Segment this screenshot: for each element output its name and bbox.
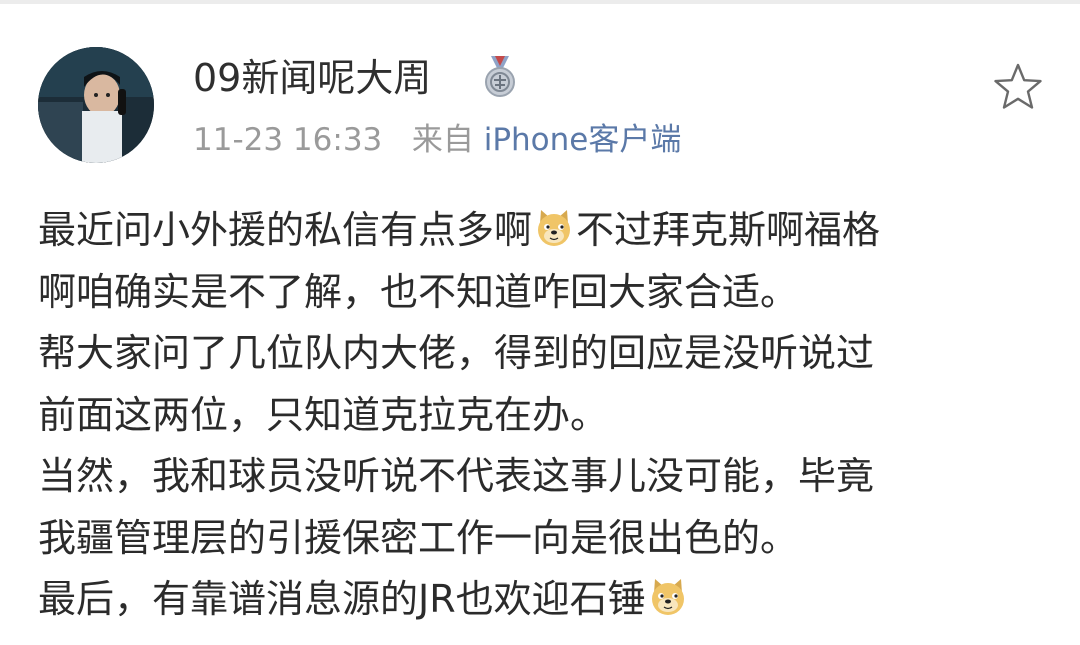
text-segment: 不过拜克斯啊福格 [576,208,881,252]
text-segment: 最后，有靠谱消息源的JR也欢迎石锤 [38,577,646,621]
source-prefix: 来自 [411,122,474,158]
content-line: 啊咱确实是不了解，也不知道咋回大家合适。 [38,269,799,314]
content-line: 帮大家问了几位队内大佬，得到的回应是没听说过 [38,331,875,375]
content-line: 最后，有靠谱消息源的JR也欢迎石锤 [38,569,1048,631]
content-line: 当然，我和球员没听说不代表这事儿没可能，毕竟 [38,454,875,498]
top-divider [0,0,1080,4]
source-link[interactable]: iPhone客户端 [484,122,682,158]
avatar-photo [38,47,154,163]
author-name[interactable]: 09新闻呢大周 [193,54,431,102]
post-meta: 11-23 16:33 来自 iPhone客户端 [193,118,681,162]
doge-emoji-icon [538,210,571,246]
timestamp: 11-23 16:33 [193,122,383,158]
text-segment: 最近问小外援的私信有点多啊 [38,208,533,252]
avatar[interactable] [38,47,154,163]
doge-emoji-icon [651,579,684,615]
content-line: 前面这两位，只知道克拉克在办。 [38,392,609,437]
medal-badge-icon [485,56,515,97]
content-line: 我疆管理层的引援保密工作一向是很出色的。 [38,515,799,560]
post-content: 最近问小外援的私信有点多啊 不过拜克斯啊福格 啊咱确实是不了解，也不知道咋回大家合… [38,200,1048,631]
star-outline-icon[interactable] [990,60,1046,116]
content-line: 最近问小外援的私信有点多啊 不过拜克斯啊福格 [38,200,1048,262]
